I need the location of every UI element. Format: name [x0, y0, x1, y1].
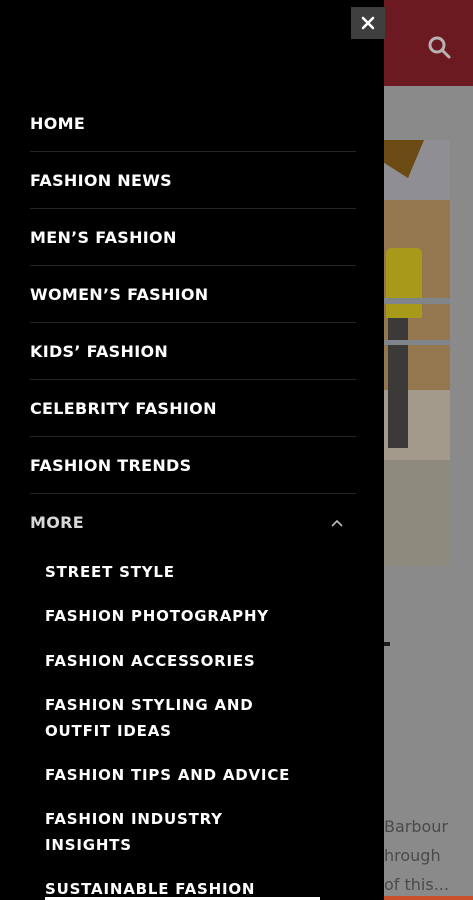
submenu-item-label: INSIGHTS: [45, 836, 132, 854]
submenu-item-fashion-tips[interactable]: FASHION TIPS AND ADVICE: [45, 762, 305, 788]
article-excerpt-line: Barbour: [384, 817, 449, 836]
menu-item-label: FASHION TRENDS: [30, 455, 192, 475]
submenu-item-label: FASHION STYLING AND: [45, 696, 254, 714]
menu-item-label: MEN’S FASHION: [30, 227, 177, 247]
featured-image[interactable]: [384, 140, 450, 565]
article-excerpt-line: of this...: [384, 875, 449, 894]
submenu-item-fashion-photography[interactable]: FASHION PHOTOGRAPHY: [45, 603, 305, 629]
divider: [384, 642, 390, 646]
close-icon: [361, 16, 375, 30]
submenu-item-label: OUTFIT IDEAS: [45, 722, 172, 740]
menu-item-label: WOMEN’S FASHION: [30, 284, 209, 304]
menu-item-celebrity-fashion[interactable]: CELEBRITY FASHION: [30, 380, 356, 437]
menu-item-label: HOME: [30, 113, 86, 133]
search-icon[interactable]: [425, 33, 455, 63]
submenu-item-industry-insights[interactable]: FASHION INDUSTRY INSIGHTS: [45, 806, 305, 858]
submenu-item-label: FASHION TIPS AND ADVICE: [45, 766, 291, 784]
menu-item-home[interactable]: HOME: [30, 95, 356, 152]
article-excerpt-line: hrough: [384, 846, 441, 865]
menu-item-womens-fashion[interactable]: WOMEN’S FASHION: [30, 266, 356, 323]
menu-item-fashion-news[interactable]: FASHION NEWS: [30, 152, 356, 209]
navigation-drawer: HOME FASHION NEWS MEN’S FASHION WOMEN’S …: [0, 0, 384, 900]
menu-item-more[interactable]: MORE: [30, 494, 356, 551]
main-menu: HOME FASHION NEWS MEN’S FASHION WOMEN’S …: [30, 95, 356, 551]
menu-item-mens-fashion[interactable]: MEN’S FASHION: [30, 209, 356, 266]
submenu-item-fashion-accessories[interactable]: FASHION ACCESSORIES: [45, 648, 305, 674]
menu-item-fashion-trends[interactable]: FASHION TRENDS: [30, 437, 356, 494]
menu-item-label: CELEBRITY FASHION: [30, 398, 217, 418]
menu-item-label: FASHION NEWS: [30, 170, 172, 190]
menu-item-label: KIDS’ FASHION: [30, 341, 169, 361]
submenu-item-fashion-styling[interactable]: FASHION STYLING AND OUTFIT IDEAS: [45, 692, 305, 744]
close-button[interactable]: [351, 7, 385, 39]
submenu-item-label: FASHION ACCESSORIES: [45, 652, 256, 670]
chevron-up-icon[interactable]: [330, 518, 344, 528]
submenu-item-label: STREET STYLE: [45, 563, 175, 581]
menu-item-label: MORE: [30, 513, 84, 532]
submenu-item-label: FASHION PHOTOGRAPHY: [45, 607, 269, 625]
submenu-item-label: FASHION INDUSTRY: [45, 810, 223, 828]
submenu-item-street-style[interactable]: STREET STYLE: [45, 559, 305, 585]
menu-item-kids-fashion[interactable]: KIDS’ FASHION: [30, 323, 356, 380]
